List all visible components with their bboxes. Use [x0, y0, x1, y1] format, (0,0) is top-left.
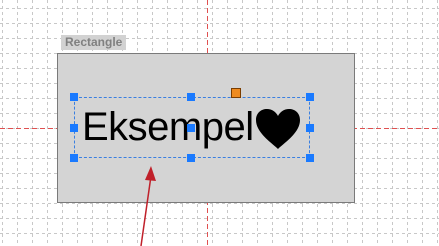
rotate-handle[interactable]: [231, 88, 241, 98]
resize-handle-middle-right[interactable]: [306, 124, 314, 132]
resize-handle-middle-left[interactable]: [70, 124, 78, 132]
resize-handle-bottom-right[interactable]: [306, 154, 314, 162]
design-canvas[interactable]: Rectangle Eksempel: [0, 0, 439, 246]
text-element[interactable]: Eksempel: [82, 103, 254, 151]
resize-handle-top-center[interactable]: [187, 93, 195, 101]
element-type-label: Rectangle: [61, 35, 127, 50]
heart-icon[interactable]: [255, 108, 301, 150]
resize-handle-middle-center[interactable]: [187, 124, 195, 132]
resize-handle-top-left[interactable]: [70, 93, 78, 101]
resize-handle-bottom-center[interactable]: [187, 154, 195, 162]
resize-handle-bottom-left[interactable]: [70, 154, 78, 162]
resize-handle-top-right[interactable]: [306, 93, 314, 101]
